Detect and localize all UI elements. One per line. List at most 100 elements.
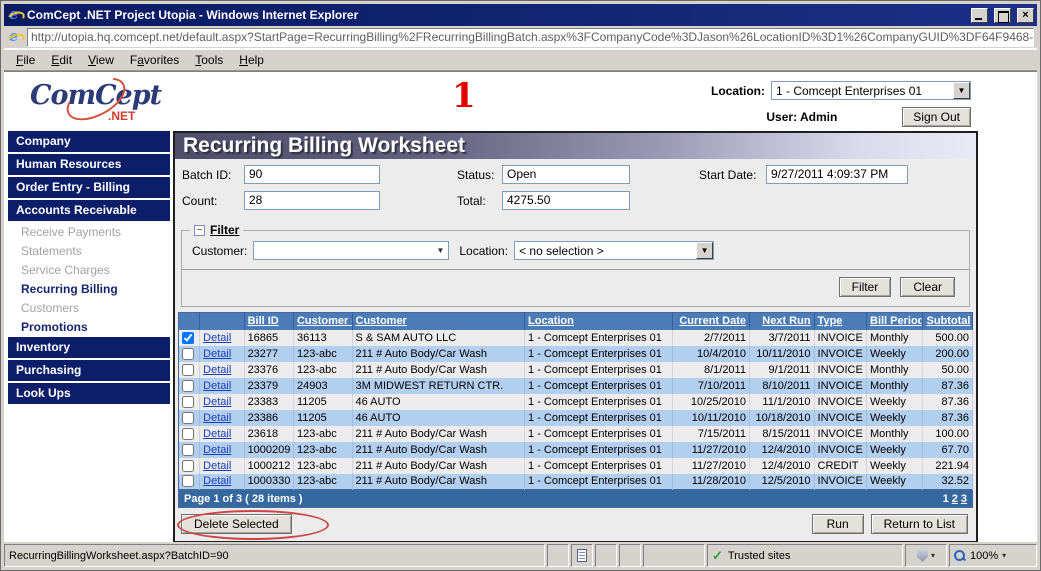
column-header-customer[interactable]: Customer	[352, 313, 525, 330]
customer-filter-select[interactable]: ▼	[253, 241, 449, 260]
cell-customer-num: 123-abc	[293, 442, 352, 458]
sidebar-item-recurring-billing[interactable]: Recurring Billing	[8, 280, 170, 299]
billing-table: Bill IDCustomer #CustomerLocationCurrent…	[178, 312, 973, 490]
chevron-down-icon[interactable]: ▼	[436, 246, 448, 255]
sidebar-item-statements[interactable]: Statements	[8, 242, 170, 261]
logo-net-text: .NET	[108, 109, 135, 123]
status-bar: RecurringBillingWorksheet.aspx?BatchID=9…	[4, 544, 1037, 567]
menu-item-file[interactable]: File	[8, 51, 43, 69]
sidebar-item-human-resources[interactable]: Human Resources	[8, 154, 170, 177]
row-checkbox[interactable]	[182, 348, 194, 360]
start-date-field[interactable]: 9/27/2011 4:09:37 PM	[766, 165, 908, 184]
detail-link[interactable]: Detail	[203, 332, 231, 344]
location-filter-select[interactable]: < no selection > ▼	[514, 241, 714, 260]
sidebar-item-customers[interactable]: Customers	[8, 299, 170, 318]
cell-bill-id: 1000209	[244, 442, 293, 458]
column-header-subtotal[interactable]: Subtotal	[923, 313, 973, 330]
detail-link[interactable]: Detail	[203, 444, 231, 456]
detail-link[interactable]: Detail	[203, 412, 231, 424]
collapse-icon[interactable]: −	[194, 225, 205, 236]
sidebar-item-purchasing[interactable]: Purchasing	[8, 360, 170, 383]
sidebar-item-receive-payments[interactable]: Receive Payments	[8, 223, 170, 242]
sidebar-item-look-ups[interactable]: Look Ups	[8, 383, 170, 406]
user-label: User: Admin	[766, 110, 837, 124]
status-doc-cell	[571, 544, 593, 567]
menu-item-help[interactable]: Help	[231, 51, 272, 69]
minimize-button[interactable]	[971, 8, 988, 23]
batch-fields: Batch ID: 90 Count: 28 Status: Open Tota…	[175, 159, 976, 219]
clear-button[interactable]: Clear	[900, 277, 955, 297]
sidebar-item-inventory[interactable]: Inventory	[8, 337, 170, 360]
sidebar-item-accounts-receivable[interactable]: Accounts Receivable	[8, 200, 170, 223]
pager-page-3[interactable]: 3	[961, 493, 967, 505]
row-checkbox[interactable]	[182, 444, 194, 456]
batch-id-field[interactable]: 90	[244, 165, 380, 184]
status-cell	[643, 544, 705, 567]
url-field[interactable]: http://utopia.hq.comcept.net/default.asp…	[27, 28, 1034, 47]
security-zone-label: Trusted sites	[728, 550, 791, 562]
status-field[interactable]: Open	[502, 165, 630, 184]
filter-legend: Filter	[210, 223, 239, 237]
return-to-list-button[interactable]: Return to List	[871, 514, 968, 534]
sidebar-item-promotions[interactable]: Promotions	[8, 318, 170, 337]
pager-page-2[interactable]: 2	[952, 493, 958, 505]
row-checkbox[interactable]	[182, 460, 194, 472]
count-field[interactable]: 28	[244, 191, 380, 210]
sidebar-item-service-charges[interactable]: Service Charges	[8, 261, 170, 280]
column-header-location[interactable]: Location	[525, 313, 673, 330]
column-header-next-run[interactable]: Next Run	[749, 313, 814, 330]
detail-link[interactable]: Detail	[203, 460, 231, 472]
row-checkbox[interactable]	[182, 412, 194, 424]
row-checkbox[interactable]	[182, 475, 194, 487]
total-field[interactable]: 4275.50	[502, 191, 630, 210]
cell-next-run: 3/7/2011	[749, 330, 814, 346]
sidebar-nav: CompanyHuman ResourcesOrder Entry - Bill…	[8, 131, 170, 406]
chevron-down-icon[interactable]: ▼	[953, 82, 970, 99]
cell-customer: 211 # Auto Body/Car Wash	[352, 458, 525, 474]
run-button[interactable]: Run	[812, 514, 864, 534]
row-checkbox[interactable]	[182, 428, 194, 440]
column-header-customer-[interactable]: Customer #	[293, 313, 352, 330]
zoom-control[interactable]: 100% ▾	[949, 544, 1037, 567]
chevron-down-icon[interactable]: ▾	[1002, 551, 1006, 560]
close-button[interactable]: ×	[1017, 8, 1034, 23]
menu-item-view[interactable]: View	[80, 51, 122, 69]
sidebar-item-company[interactable]: Company	[8, 131, 170, 154]
row-checkbox[interactable]	[182, 364, 194, 376]
sign-out-button[interactable]: Sign Out	[902, 107, 971, 127]
chevron-down-icon[interactable]: ▾	[931, 551, 935, 560]
cell-subtotal: 87.36	[923, 378, 973, 394]
sidebar-item-order-entry-billing[interactable]: Order Entry - Billing	[8, 177, 170, 200]
cell-customer-num: 123-abc	[293, 458, 352, 474]
location-select[interactable]: 1 - Comcept Enterprises 01 ▼	[771, 81, 971, 100]
column-header-type[interactable]: Type	[814, 313, 866, 330]
detail-link[interactable]: Detail	[203, 380, 231, 392]
menu-item-edit[interactable]: Edit	[43, 51, 80, 69]
chevron-down-icon[interactable]: ▼	[696, 242, 713, 259]
detail-link[interactable]: Detail	[203, 475, 231, 487]
shield-icon	[917, 549, 928, 562]
row-checkbox[interactable]	[182, 380, 194, 392]
detail-link[interactable]: Detail	[203, 396, 231, 408]
maximize-button[interactable]	[994, 8, 1011, 23]
column-header-bill-id[interactable]: Bill ID	[244, 313, 293, 330]
location-selected-value: 1 - Comcept Enterprises 01	[772, 84, 953, 98]
location-filter-value: < no selection >	[515, 244, 696, 258]
detail-link[interactable]: Detail	[203, 364, 231, 376]
row-checkbox[interactable]	[182, 332, 194, 344]
menu-item-tools[interactable]: Tools	[187, 51, 231, 69]
cell-customer: 211 # Auto Body/Car Wash	[352, 346, 525, 362]
detail-link[interactable]: Detail	[203, 428, 231, 440]
cell-subtotal: 500.00	[923, 330, 973, 346]
detail-link[interactable]: Detail	[203, 348, 231, 360]
menu-item-favorites[interactable]: Favorites	[122, 51, 187, 69]
cell-customer: 3M MIDWEST RETURN CTR.	[352, 378, 525, 394]
cell-customer: 211 # Auto Body/Car Wash	[352, 426, 525, 442]
column-header-current-date[interactable]: Current Date	[673, 313, 750, 330]
filter-button[interactable]: Filter	[839, 277, 892, 297]
column-header-bill-period[interactable]: Bill Period	[867, 313, 923, 330]
delete-selected-button[interactable]: Delete Selected	[181, 514, 292, 534]
protection-cell[interactable]: ▾	[905, 544, 947, 567]
cell-location: 1 - Comcept Enterprises 01	[525, 378, 673, 394]
row-checkbox[interactable]	[182, 396, 194, 408]
